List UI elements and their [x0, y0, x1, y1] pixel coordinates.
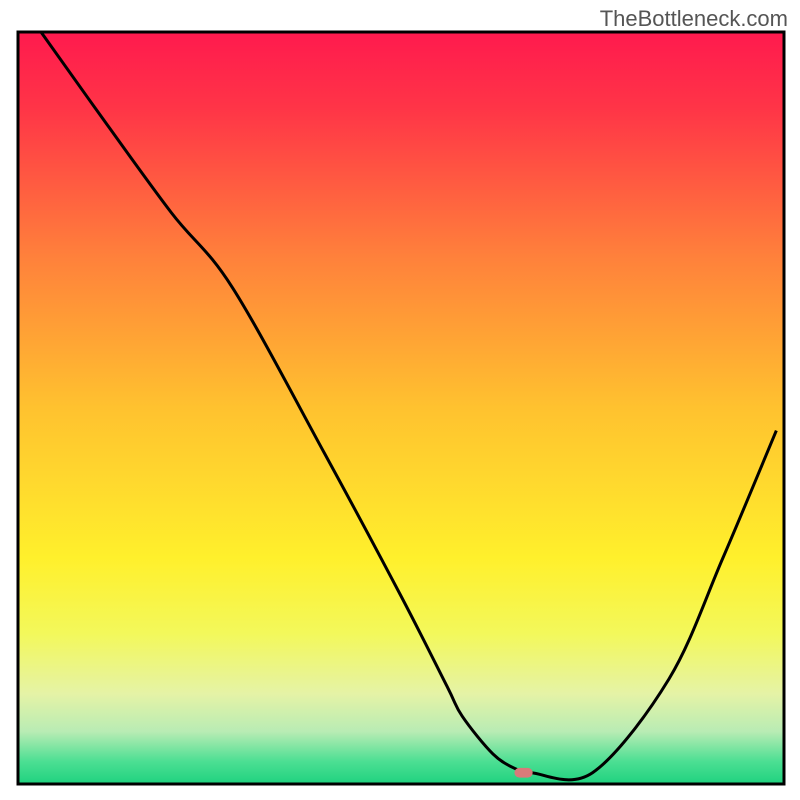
plot-background: [18, 32, 784, 784]
optimal-point-marker: [514, 768, 532, 778]
bottleneck-chart: [0, 0, 800, 800]
watermark-text: TheBottleneck.com: [600, 6, 788, 32]
chart-container: TheBottleneck.com: [0, 0, 800, 800]
